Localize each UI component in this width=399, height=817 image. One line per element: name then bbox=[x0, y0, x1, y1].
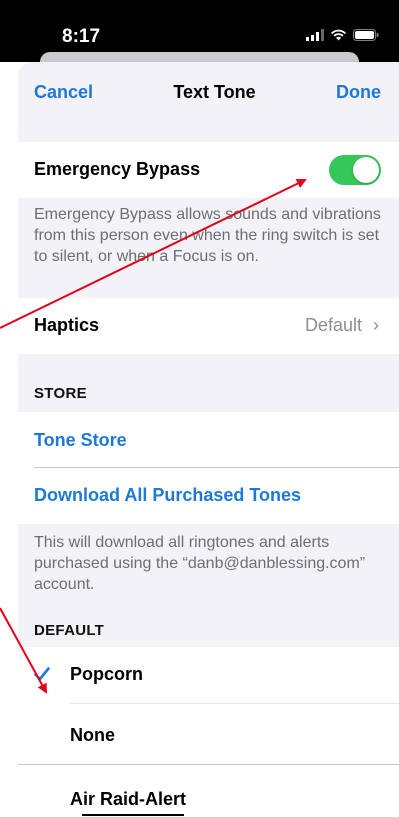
haptics-value-text: Default bbox=[304, 315, 362, 335]
navigation-bar: Cancel Text Tone Done bbox=[18, 62, 399, 118]
tone-item-none[interactable]: None bbox=[18, 704, 399, 764]
checkmark-icon bbox=[34, 667, 50, 681]
emergency-bypass-footer: Emergency Bypass allows sounds and vibra… bbox=[34, 206, 381, 265]
emergency-bypass-label: Emergency Bypass bbox=[34, 159, 201, 179]
store-footer: This will download all ringtones and ale… bbox=[34, 534, 366, 593]
download-all-purchased-tones-link[interactable]: Download All Purchased Tones bbox=[34, 485, 301, 506]
haptics-row[interactable]: Haptics Default › bbox=[18, 298, 399, 354]
divider bbox=[34, 467, 399, 468]
haptics-value: Default › bbox=[305, 315, 379, 336]
tone-list: Popcorn None Air Raid-Alert bbox=[18, 647, 399, 817]
chevron-right-icon: › bbox=[373, 315, 379, 335]
done-button[interactable]: Done bbox=[336, 82, 381, 103]
tone-label: Popcorn bbox=[70, 664, 144, 684]
tone-store-link[interactable]: Tone Store bbox=[34, 430, 127, 451]
tone-item-popcorn[interactable]: Popcorn bbox=[18, 647, 399, 703]
status-icons bbox=[306, 29, 379, 41]
default-section-header: DEFAULT bbox=[34, 622, 105, 639]
tone-label: None bbox=[70, 725, 115, 745]
emergency-bypass-toggle[interactable] bbox=[329, 155, 381, 185]
battery-icon bbox=[353, 29, 379, 41]
status-time: 8:17 bbox=[62, 26, 101, 47]
haptics-label: Haptics bbox=[34, 315, 100, 335]
tone-label: Air Raid-Alert bbox=[70, 789, 187, 809]
text-tone-sheet: Cancel Text Tone Done Emergency Bypass E… bbox=[18, 62, 399, 817]
emergency-bypass-row[interactable]: Emergency Bypass bbox=[18, 142, 399, 198]
tone-item-air-raid-alert[interactable]: Air Raid-Alert bbox=[18, 765, 399, 817]
wifi-icon bbox=[331, 29, 346, 41]
store-group: Tone Store Download All Purchased Tones bbox=[18, 412, 399, 524]
toggle-knob bbox=[353, 157, 379, 183]
store-section-header: STORE bbox=[34, 385, 87, 402]
cellular-signal-icon bbox=[306, 29, 324, 41]
